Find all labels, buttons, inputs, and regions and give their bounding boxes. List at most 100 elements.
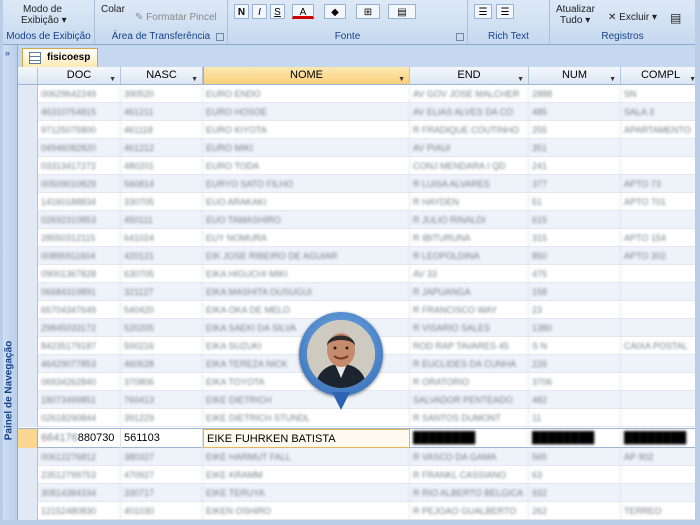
table-cell-end[interactable]: AV PIAUI: [410, 139, 529, 157]
table-cell-nome[interactable]: EIKE TERUYA: [203, 484, 410, 502]
table-cell-end[interactable]: CONJ MENDARA I QD: [410, 157, 529, 175]
table-cell-end[interactable]: R JULIO RINALDI: [410, 211, 529, 229]
row-selector[interactable]: [18, 85, 38, 103]
table-cell-num[interactable]: 482: [529, 391, 621, 409]
table-cell-num[interactable]: 850: [529, 247, 621, 265]
table-cell-end[interactable]: ROD RAP TAVARES 45: [410, 337, 529, 355]
table-cell-compl[interactable]: APTO 154: [621, 229, 695, 247]
table-cell-num[interactable]: 377: [529, 175, 621, 193]
column-header-nome[interactable]: NOME ▼: [203, 67, 410, 84]
selected-table-row[interactable]: 664176880730 561103 EIKE FUHRKEN BATISTA ██…: [18, 428, 695, 448]
table-cell-end[interactable]: R VASCO DA GAMA: [410, 448, 529, 466]
selected-cell-compl[interactable]: ████████: [621, 429, 695, 448]
table-cell-end[interactable]: SALVADOR PENTEADO: [410, 391, 529, 409]
refresh-all-button-line1[interactable]: Atualizar: [556, 4, 595, 15]
table-cell-nome[interactable]: EUO ARAKAKI: [203, 193, 410, 211]
table-cell-nome[interactable]: EIKA OKA DE MELO: [203, 301, 410, 319]
table-cell-nasc[interactable]: 370806: [121, 373, 203, 391]
table-cell-nome[interactable]: EIKA HIGUCHI MIKI: [203, 265, 410, 283]
view-mode-button-line1[interactable]: Modo de: [23, 4, 62, 15]
table-row[interactable]: 14160188834 330705 EUO ARAKAKI R HAYDEN 51 AP…: [18, 193, 695, 211]
font-launcher-icon[interactable]: [456, 33, 464, 41]
table-cell-num[interactable]: 3706: [529, 373, 621, 391]
table-cell-nasc[interactable]: 630705: [121, 265, 203, 283]
table-cell-nasc[interactable]: 420121: [121, 247, 203, 265]
table-row[interactable]: 00509010829 560814 EURYO SATO FILHO R LUISA…: [18, 175, 695, 193]
table-cell-end[interactable]: R VISARIO SALES: [410, 319, 529, 337]
table-cell-num[interactable]: 51: [529, 193, 621, 211]
table-cell-compl[interactable]: [621, 466, 695, 484]
table-row[interactable]: 97125075800 461118 EURO KIYOTA R FRADIQUE C…: [18, 121, 695, 139]
gridlines-icon[interactable]: ⊞: [356, 4, 380, 19]
table-cell-num[interactable]: 2888: [529, 85, 621, 103]
table-cell-nome[interactable]: EURO TODA: [203, 157, 410, 175]
table-row[interactable]: 02692310853 450111 EUO TAMASHIRO R JULIO RI…: [18, 211, 695, 229]
table-cell-nasc[interactable]: 330717: [121, 484, 203, 502]
table-cell-num[interactable]: S N: [529, 337, 621, 355]
column-header-doc[interactable]: DOC ▼: [38, 67, 121, 84]
table-cell-nasc[interactable]: 450111: [121, 211, 203, 229]
paste-button[interactable]: Colar: [101, 4, 125, 15]
table-cell-nasc[interactable]: 461211: [121, 103, 203, 121]
table-cell-compl[interactable]: APARTAMENTO: [621, 121, 695, 139]
table-row[interactable]: 04946082820 461212 EURO MIKI AV PIAUI 351: [18, 139, 695, 157]
table-cell-nasc[interactable]: 461118: [121, 121, 203, 139]
table-cell-nasc[interactable]: 460628: [121, 355, 203, 373]
table-cell-end[interactable]: R RIO ALBERTO BELGICA: [410, 484, 529, 502]
row-selector[interactable]: [18, 484, 38, 502]
table-row[interactable]: 28550312115 641024 EUY NOMURA R IBITURUNA 31…: [18, 229, 695, 247]
underline-button[interactable]: S: [270, 4, 285, 19]
table-cell-doc[interactable]: 97125075800: [38, 121, 121, 139]
row-selector[interactable]: [18, 211, 38, 229]
table-cell-doc[interactable]: 65704347649: [38, 301, 121, 319]
table-cell-end[interactable]: R FRANKL CASSIANO: [410, 466, 529, 484]
expand-nav-icon[interactable]: »: [5, 48, 10, 58]
table-cell-compl[interactable]: [621, 283, 695, 301]
table-cell-end[interactable]: R LUISA ALVARES: [410, 175, 529, 193]
table-cell-doc[interactable]: 30814384334: [38, 484, 121, 502]
select-all-corner[interactable]: [18, 67, 38, 84]
selected-cell-nome[interactable]: EIKE FUHRKEN BATISTA: [203, 429, 410, 448]
column-header-nasc[interactable]: NASC ▼: [121, 67, 203, 84]
delete-button[interactable]: ✕ Excluir ▾: [608, 12, 657, 23]
table-cell-compl[interactable]: APTO 701: [621, 193, 695, 211]
table-cell-doc[interactable]: 46429077853: [38, 355, 121, 373]
table-cell-end[interactable]: R FRADIQUE COUTINHO: [410, 121, 529, 139]
table-cell-doc[interactable]: 18073499851: [38, 391, 121, 409]
table-cell-nasc[interactable]: 520205: [121, 319, 203, 337]
current-record-indicator[interactable]: [18, 429, 38, 448]
table-cell-nasc[interactable]: 401030: [121, 502, 203, 520]
table-row[interactable]: 18073499851 760413 EIKE DIETRICH SALVADOR P…: [18, 391, 695, 409]
table-row[interactable]: 30814384334 330717 EIKE TERUYA R RIO ALBERT…: [18, 484, 695, 502]
table-cell-doc[interactable]: 00895911604: [38, 247, 121, 265]
table-cell-compl[interactable]: [621, 355, 695, 373]
italic-button[interactable]: I: [252, 4, 267, 19]
table-cell-nome[interactable]: EURO HOSOE: [203, 103, 410, 121]
row-selector[interactable]: [18, 265, 38, 283]
table-cell-nome[interactable]: EIKA MASHITA OUSUGUI: [203, 283, 410, 301]
table-cell-end[interactable]: R EUCLIDES DA CUNHA: [410, 355, 529, 373]
table-cell-end[interactable]: R IBITURUNA: [410, 229, 529, 247]
table-row[interactable]: 03313417272 480201 EURO TODA CONJ MENDARA I…: [18, 157, 695, 175]
table-cell-nasc[interactable]: 540420: [121, 301, 203, 319]
table-cell-end[interactable]: R PEJOAO GUALBERTO: [410, 502, 529, 520]
selected-cell-doc[interactable]: 664176880730: [38, 429, 121, 448]
more-records-icon[interactable]: ▤: [670, 11, 681, 25]
table-cell-num[interactable]: 262: [529, 502, 621, 520]
numbering-icon[interactable]: ☰: [496, 4, 514, 19]
row-selector[interactable]: [18, 175, 38, 193]
table-cell-compl[interactable]: [621, 373, 695, 391]
table-cell-doc[interactable]: 04946082820: [38, 139, 121, 157]
clipboard-launcher-icon[interactable]: [216, 33, 224, 41]
fill-color-icon[interactable]: ◆: [324, 4, 346, 19]
table-cell-nome[interactable]: EURO MIKI: [203, 139, 410, 157]
table-cell-nome[interactable]: EIKE DIETRICH STUNDL: [203, 409, 410, 427]
table-cell-num[interactable]: 255: [529, 121, 621, 139]
row-selector[interactable]: [18, 373, 38, 391]
table-cell-doc[interactable]: 46310754815: [38, 103, 121, 121]
table-cell-nome[interactable]: EIKE HARMUT FALL: [203, 448, 410, 466]
table-cell-nasc[interactable]: 380327: [121, 448, 203, 466]
table-cell-nome[interactable]: EIKE KRAMM: [203, 466, 410, 484]
table-cell-compl[interactable]: AP 902: [621, 448, 695, 466]
table-cell-nasc[interactable]: 480201: [121, 157, 203, 175]
